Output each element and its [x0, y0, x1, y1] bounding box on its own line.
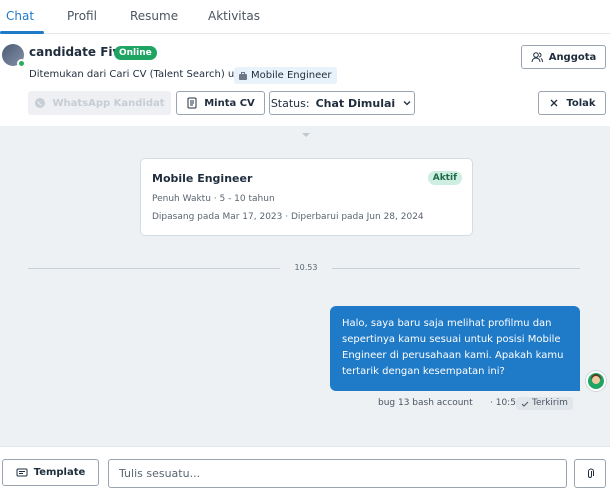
recruiter-avatar [586, 371, 606, 391]
tolak-label: Tolak [566, 97, 596, 109]
job-card-title: Mobile Engineer [152, 172, 253, 185]
message-status: Terkirim [532, 398, 568, 408]
job-card[interactable]: Mobile Engineer Aktif Penuh Waktu · 5 - … [140, 158, 473, 236]
briefcase-icon [239, 71, 247, 80]
anggota-button[interactable]: Anggota [521, 45, 606, 69]
whatsapp-icon [35, 98, 46, 108]
message-bubble: Halo, saya baru saja melihat profilmu da… [330, 306, 580, 391]
tolak-button[interactable]: Tolak [538, 91, 606, 115]
composer: Template [0, 446, 610, 502]
status-prefix: Status: [270, 96, 310, 110]
attach-button[interactable] [574, 459, 606, 488]
divider [28, 268, 280, 269]
chat-area[interactable]: Mobile Engineer Aktif Penuh Waktu · 5 - … [0, 126, 610, 446]
message-sender: bug 13 bash account [378, 398, 473, 408]
users-icon [531, 52, 543, 63]
divider [332, 268, 580, 269]
chevron-down-icon [302, 133, 310, 137]
online-dot [17, 59, 26, 68]
check-icon [521, 401, 529, 407]
whatsapp-button[interactable]: WhatsApp Kandidat [28, 91, 171, 115]
tab-chat[interactable]: Chat [6, 9, 34, 23]
message-status-badge: Terkirim [516, 397, 573, 410]
job-chip-label: Mobile Engineer [251, 70, 332, 81]
tab-profil[interactable]: Profil [67, 9, 97, 23]
candidate-avatar [2, 44, 26, 68]
source-text: Ditemukan dari Cari CV (Talent Search) u… [29, 69, 257, 80]
document-icon [187, 97, 197, 109]
online-badge: Online [114, 46, 157, 60]
status-value: Chat Dimulai [315, 96, 396, 110]
message-template-icon [16, 468, 28, 476]
whatsapp-label: WhatsApp Kandidat [52, 97, 165, 109]
tab-bar: Chat Profil Resume Aktivitas [0, 0, 610, 34]
message-input[interactable] [108, 459, 567, 488]
template-label: Template [33, 467, 86, 478]
minta-cv-label: Minta CV [204, 97, 255, 109]
job-status-badge: Aktif [427, 171, 462, 185]
job-card-dates: Dipasang pada Mar 17, 2023 · Diperbarui … [152, 212, 424, 222]
minta-cv-button[interactable]: Minta CV [176, 91, 265, 115]
chevron-down-icon [403, 101, 411, 106]
status-dropdown[interactable]: Status: Chat Dimulai [269, 91, 415, 115]
template-button[interactable]: Template [2, 459, 99, 486]
anggota-label: Anggota [548, 51, 597, 63]
close-icon [550, 99, 558, 107]
tab-resume[interactable]: Resume [130, 9, 178, 23]
job-card-details: Penuh Waktu · 5 - 10 tahun [152, 194, 275, 204]
tab-aktivitas[interactable]: Aktivitas [208, 9, 260, 23]
paperclip-icon [588, 468, 594, 478]
job-chip[interactable]: Mobile Engineer [234, 67, 337, 84]
active-tab-indicator [0, 31, 44, 34]
date-divider-time: 10.53 [294, 263, 318, 272]
